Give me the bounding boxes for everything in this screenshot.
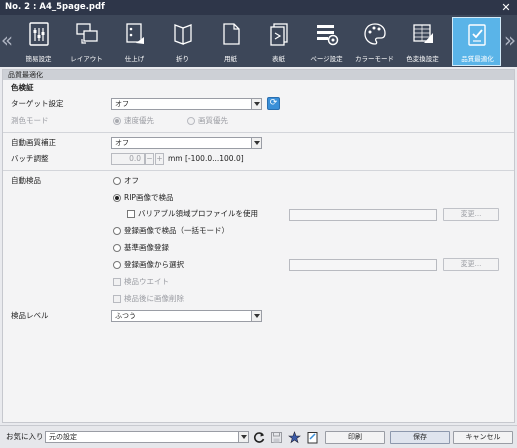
inspection-level-value: ふつう: [115, 312, 136, 320]
inspection-rip-label: RIP画像で検品: [124, 193, 174, 202]
divider: [3, 132, 514, 133]
variable-profile-field[interactable]: [289, 209, 437, 221]
variable-profile-label: バリアブル領域プロファイルを使用: [138, 209, 258, 218]
reload-favorites-icon[interactable]: [253, 431, 266, 444]
palette-icon: [364, 23, 386, 45]
inspection-rip-radio[interactable]: [113, 194, 121, 202]
edit-favorites-icon[interactable]: [306, 431, 319, 444]
target-setting-value: オフ: [115, 100, 129, 108]
tab-color-conversion[interactable]: 色変換設定: [399, 17, 446, 66]
reference-register-radio[interactable]: [113, 244, 121, 252]
target-setting-select[interactable]: オフ: [111, 98, 262, 110]
add-favorite-icon[interactable]: [288, 431, 301, 444]
tab-quality-optimization[interactable]: 品質最適化: [452, 17, 501, 66]
speed-priority-radio[interactable]: [113, 117, 121, 125]
chevron-down-icon: [238, 432, 248, 442]
inspection-wait-checkbox[interactable]: [113, 278, 121, 286]
refresh-icon: ⟳: [269, 98, 278, 108]
color-mode-label: 測色モード: [11, 116, 49, 125]
quality-optimization-panel: 品質最適化 色検証 ターゲット設定 オフ ⟳ 測色モード 速度優先 画質優先 自…: [2, 69, 515, 423]
change-registered-button[interactable]: 変更...: [443, 258, 499, 271]
scroll-right-icon[interactable]: »: [503, 15, 517, 67]
tab-paper[interactable]: 用紙: [207, 17, 254, 66]
tab-label: カラーモード: [355, 55, 394, 63]
refresh-target-button[interactable]: ⟳: [267, 97, 280, 110]
inspection-off-label: オフ: [124, 176, 139, 185]
delete-image-checkbox[interactable]: [113, 295, 121, 303]
target-setting-label: ターゲット設定: [11, 99, 64, 108]
window-titlebar: No. 2 : A4_5page.pdf: [0, 0, 517, 15]
tab-color-mode[interactable]: カラーモード: [351, 17, 398, 66]
registered-image-field[interactable]: [289, 259, 437, 271]
cancel-button[interactable]: キャンセル: [453, 431, 513, 444]
speed-priority-label: 速度優先: [124, 116, 154, 125]
quality-priority-radio[interactable]: [187, 117, 195, 125]
inspection-level-label: 検品レベル: [11, 311, 49, 320]
tab-label: 色変換設定: [406, 55, 439, 63]
delete-image-label: 検品後に画像削除: [124, 294, 184, 303]
cover-icon: [270, 23, 288, 46]
save-button[interactable]: 保存: [390, 431, 450, 444]
finishing-icon: [126, 23, 144, 44]
auto-quality-select[interactable]: オフ: [111, 137, 262, 149]
auto-quality-label: 自動画質補正: [11, 138, 56, 147]
tab-page-settings[interactable]: ページ設定: [303, 17, 350, 66]
footer-bar: お気に入り 元の設定 印刷 保存 キャンセル: [0, 425, 517, 448]
print-button[interactable]: 印刷: [325, 431, 385, 444]
tab-label: 仕上げ: [124, 55, 145, 63]
section-header: 品質最適化: [3, 70, 514, 80]
chevron-down-icon: [251, 99, 261, 109]
inspection-registered-radio[interactable]: [113, 227, 121, 235]
tab-label: 品質最適化: [461, 55, 494, 63]
tab-label: レイアウト: [70, 55, 103, 63]
tab-layout[interactable]: レイアウト: [63, 17, 110, 66]
tab-label: ページ設定: [310, 55, 343, 63]
increment-button[interactable]: +: [155, 153, 164, 165]
batch-adjust-label: バッチ調整: [11, 154, 49, 163]
inspection-off-radio[interactable]: [113, 177, 121, 185]
batch-range-text: mm [-100.0...100.0]: [168, 154, 244, 163]
color-conversion-icon: [413, 24, 433, 43]
batch-adjust-input[interactable]: 0.0: [111, 153, 145, 165]
tab-finishing[interactable]: 仕上げ: [111, 17, 158, 66]
decrement-button[interactable]: −: [145, 153, 154, 165]
favorites-value: 元の設定: [49, 433, 77, 441]
tab-label: 表紙: [272, 55, 285, 63]
scroll-left-icon[interactable]: «: [0, 15, 14, 67]
divider: [3, 170, 514, 171]
auto-quality-value: オフ: [115, 139, 129, 147]
favorites-label: お気に入り: [6, 432, 44, 441]
select-registered-label: 登録画像から選択: [124, 260, 184, 269]
tab-fold[interactable]: 折り: [159, 17, 206, 66]
select-registered-radio[interactable]: [113, 261, 121, 269]
chevron-down-icon: [251, 311, 261, 321]
favorites-select[interactable]: 元の設定: [45, 431, 249, 443]
quality-priority-label: 画質優先: [198, 116, 228, 125]
tab-easy-settings[interactable]: 簡易設定: [15, 17, 62, 66]
close-icon[interactable]: ✕: [500, 0, 512, 15]
tab-label: 用紙: [224, 55, 237, 63]
reference-register-label: 基準画像登録: [124, 243, 169, 252]
color-verification-heading: 色検証: [11, 83, 34, 92]
tab-label: 簡易設定: [25, 55, 52, 63]
inspection-registered-label: 登録画像で検品（一括モード）: [124, 226, 229, 235]
auto-inspection-label: 自動検品: [11, 176, 41, 185]
settings-toolbar: « 簡易設定 レイアウト 仕上げ 折り 用紙 表紙 ページ設定 カラーモード 色…: [0, 15, 517, 67]
variable-profile-checkbox[interactable]: [127, 210, 135, 218]
change-profile-button[interactable]: 変更...: [443, 208, 499, 221]
inspection-level-select[interactable]: ふつう: [111, 310, 262, 322]
layout-icon: [76, 23, 98, 44]
tab-cover[interactable]: 表紙: [255, 17, 302, 66]
easy-settings-icon: [29, 22, 49, 46]
paper-icon: [223, 23, 240, 45]
quality-check-icon: [468, 24, 486, 46]
page-settings-icon: [317, 25, 339, 46]
save-favorite-icon[interactable]: [270, 431, 283, 444]
tab-label: 折り: [176, 55, 189, 63]
window-title: No. 2 : A4_5page.pdf: [5, 2, 105, 12]
inspection-wait-label: 検品ウエイト: [124, 277, 169, 286]
fold-icon: [174, 24, 192, 45]
chevron-down-icon: [251, 138, 261, 148]
